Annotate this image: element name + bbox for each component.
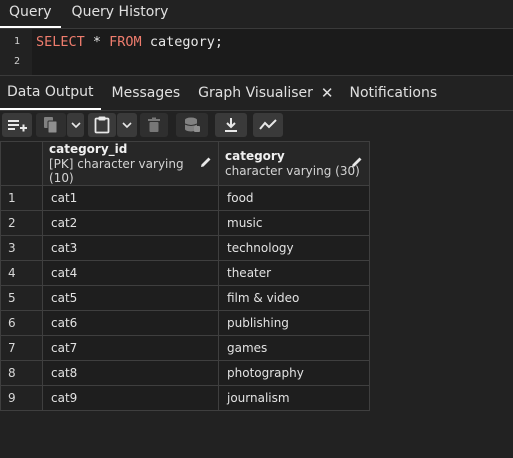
copy-options-dropdown[interactable] — [67, 113, 84, 137]
paste-button[interactable] — [88, 113, 116, 137]
column-name: category — [225, 149, 285, 163]
category-cell[interactable]: music — [218, 210, 370, 236]
column-type: character varying (30) — [225, 164, 360, 178]
category-cell[interactable]: publishing — [218, 310, 370, 336]
save-data-button[interactable] — [176, 113, 208, 137]
tab-label: Graph Visualiser — [198, 85, 313, 101]
category-id-cell[interactable]: cat4 — [42, 260, 219, 286]
table-row[interactable]: 4 cat4 theater — [0, 260, 370, 286]
category-id-cell[interactable]: cat9 — [42, 385, 219, 411]
sql-code[interactable]: SELECT * FROM category; — [36, 34, 223, 50]
graph-visualiser-button[interactable] — [253, 113, 283, 137]
row-number-cell[interactable]: 7 — [0, 335, 43, 361]
table-row[interactable]: 1 cat1 food — [0, 185, 370, 211]
table-row[interactable]: 8 cat8 photography — [0, 360, 370, 386]
row-number-cell[interactable]: 2 — [0, 210, 43, 236]
delete-icon — [148, 117, 160, 132]
save-data-icon — [184, 117, 200, 132]
tab-notifications[interactable]: Notifications — [343, 76, 445, 110]
paste-options-dropdown[interactable] — [117, 113, 137, 137]
edit-pencil-icon[interactable] — [351, 156, 363, 168]
download-button[interactable] — [215, 113, 247, 137]
chevron-down-icon — [122, 122, 132, 129]
category-id-cell[interactable]: cat1 — [42, 185, 219, 211]
row-number-cell[interactable]: 8 — [0, 360, 43, 386]
category-cell[interactable]: games — [218, 335, 370, 361]
download-icon — [225, 118, 237, 132]
grid-body: 1 cat1 food 2 cat2 music 3 cat3 technology 4 cat4 t… — [0, 185, 370, 411]
column-type: [PK] character varying (10) — [49, 157, 184, 185]
category-id-cell[interactable]: cat6 — [42, 310, 219, 336]
tab-label: Notifications — [349, 85, 438, 101]
sql-keyword-from: FROM — [109, 34, 142, 50]
tab-label: Messages — [111, 85, 181, 101]
tab-query[interactable]: Query — [0, 0, 61, 28]
add-row-button[interactable] — [2, 113, 32, 137]
copy-button[interactable] — [36, 113, 66, 137]
paste-icon — [94, 116, 110, 134]
delete-button[interactable] — [140, 113, 168, 137]
sql-table-name: category; — [141, 34, 223, 50]
row-number-cell[interactable]: 4 — [0, 260, 43, 286]
table-row[interactable]: 3 cat3 technology — [0, 235, 370, 261]
copy-icon — [44, 117, 58, 134]
row-number-cell[interactable]: 6 — [0, 310, 43, 336]
category-id-cell[interactable]: cat7 — [42, 335, 219, 361]
tab-query-history[interactable]: Query History — [63, 0, 178, 28]
row-number-cell[interactable]: 3 — [0, 235, 43, 261]
category-id-cell[interactable]: cat8 — [42, 360, 219, 386]
category-cell[interactable]: journalism — [218, 385, 370, 411]
category-cell[interactable]: film & video — [218, 285, 370, 311]
select-all-cell[interactable] — [0, 141, 43, 186]
category-cell[interactable]: theater — [218, 260, 370, 286]
column-header-category[interactable]: category character varying (30) — [218, 141, 370, 186]
column-name: category_id — [49, 142, 128, 156]
add-row-icon — [8, 120, 27, 132]
edit-pencil-icon[interactable] — [200, 156, 212, 168]
data-grid: category_id [PK] character varying (10) … — [0, 141, 370, 411]
tab-data-output[interactable]: Data Output — [0, 76, 101, 110]
table-row[interactable]: 7 cat7 games — [0, 335, 370, 361]
category-id-cell[interactable]: cat5 — [42, 285, 219, 311]
table-row[interactable]: 2 cat2 music — [0, 210, 370, 236]
category-cell[interactable]: technology — [218, 235, 370, 261]
tab-graph-visualiser[interactable]: Graph Visualiser ✕ — [191, 76, 340, 110]
tab-messages[interactable]: Messages — [105, 76, 188, 110]
table-row[interactable]: 9 cat9 journalism — [0, 385, 370, 411]
column-header-category-id[interactable]: category_id [PK] character varying (10) — [42, 141, 219, 186]
category-id-cell[interactable]: cat3 — [42, 235, 219, 261]
row-number-cell[interactable]: 1 — [0, 185, 43, 211]
sql-star: * — [84, 34, 110, 50]
grid-header-row: category_id [PK] character varying (10) … — [0, 141, 370, 186]
tab-label: Data Output — [7, 84, 94, 100]
data-toolbar — [0, 110, 513, 140]
graph-icon — [259, 119, 277, 130]
close-icon[interactable]: ✕ — [321, 85, 334, 101]
line-number: 2 — [13, 56, 20, 67]
category-cell[interactable]: photography — [218, 360, 370, 386]
sql-editor[interactable]: 1 2 SELECT * FROM category; — [0, 28, 513, 76]
row-number-cell[interactable]: 5 — [0, 285, 43, 311]
line-number: 1 — [13, 36, 20, 47]
row-number-cell[interactable]: 9 — [0, 385, 43, 411]
category-id-cell[interactable]: cat2 — [42, 210, 219, 236]
table-row[interactable]: 6 cat6 publishing — [0, 310, 370, 336]
query-tabs: Query Query History — [0, 0, 513, 28]
category-cell[interactable]: food — [218, 185, 370, 211]
table-row[interactable]: 5 cat5 film & video — [0, 285, 370, 311]
result-tabs: Data Output Messages Graph Visualiser ✕ N… — [0, 76, 513, 110]
line-number-gutter: 1 2 — [0, 29, 32, 75]
sql-keyword-select: SELECT — [36, 34, 85, 50]
chevron-down-icon — [70, 122, 81, 129]
